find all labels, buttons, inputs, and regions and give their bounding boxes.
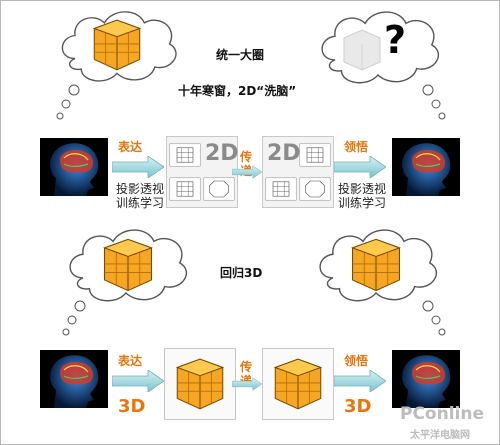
3d-model-left-icon: [176, 358, 224, 410]
label-left-row1: 投影透视 训练学习: [112, 182, 168, 210]
view-drawing-br: [203, 177, 235, 201]
bubble-dots-mid-right: [422, 300, 446, 336]
ghost-object-icon: [343, 29, 381, 71]
3d-object-top-left: [93, 19, 141, 71]
3d-object-mid-right: [351, 238, 401, 292]
view-drawing-tr: [299, 143, 331, 167]
verb-express-row1: 表达: [118, 140, 143, 154]
arrow-transfer-row1: [232, 165, 262, 179]
label-right-row1-line1: 投影透视: [337, 182, 386, 196]
arrow-transfer-row2: [232, 377, 262, 391]
caption-subtitle-top: 十年寒窗，2D“洗脑”: [178, 84, 297, 98]
label-left-row1-line2: 训练学习: [115, 196, 164, 210]
view-drawing-bl: [169, 177, 201, 201]
projection-panel-left-row1: 2D: [166, 136, 239, 208]
arrow-express-row2: [112, 370, 164, 392]
label-right-row1: 投影透视 训练学习: [334, 182, 390, 210]
verb-express-row2: 表达: [118, 354, 143, 368]
brain-image-right-row2: [392, 350, 460, 408]
mode-3d-right: 3D: [344, 396, 372, 417]
watermark-sub: 太平洋电脑网: [410, 430, 470, 441]
brain-image-right-row1: [392, 138, 460, 196]
bubble-dots-top-right: [422, 84, 446, 120]
view-drawing-bl2: [265, 177, 297, 201]
arrow-understand-row2: [334, 370, 386, 392]
watermark-brand: PConline: [400, 404, 485, 424]
mode-3d-left: 3D: [118, 396, 146, 417]
arrow-express-row1: [112, 156, 164, 178]
bubble-dots-mid-left: [62, 300, 86, 336]
transfer-row2-top: 传: [240, 360, 253, 374]
brain-image-left-row2: [40, 350, 108, 408]
brain-image-left-row1: [40, 138, 108, 196]
arrow-understand-row1: [334, 156, 386, 178]
view-drawing-tl: [169, 143, 201, 167]
3d-model-panel-right: [262, 348, 334, 420]
3d-model-right-icon: [274, 358, 322, 410]
caption-title-top: 统一大圈: [216, 48, 265, 62]
projection-panel-right-row1: 2D: [262, 136, 334, 208]
label-left-row1-line1: 投影透视: [115, 182, 164, 196]
caption-title-mid: 回归3D: [220, 266, 263, 280]
3d-object-mid-left: [103, 238, 153, 292]
3d-model-panel-left: [164, 348, 236, 420]
verb-understand-row1: 领悟: [344, 140, 369, 154]
bubble-dots-top-left: [56, 84, 80, 120]
view-drawing-br2: [299, 177, 331, 201]
mode-2d-right: 2D: [267, 141, 301, 166]
question-mark: ?: [384, 18, 407, 62]
label-right-row1-line2: 训练学习: [337, 196, 386, 210]
verb-understand-row2: 领悟: [344, 354, 369, 368]
